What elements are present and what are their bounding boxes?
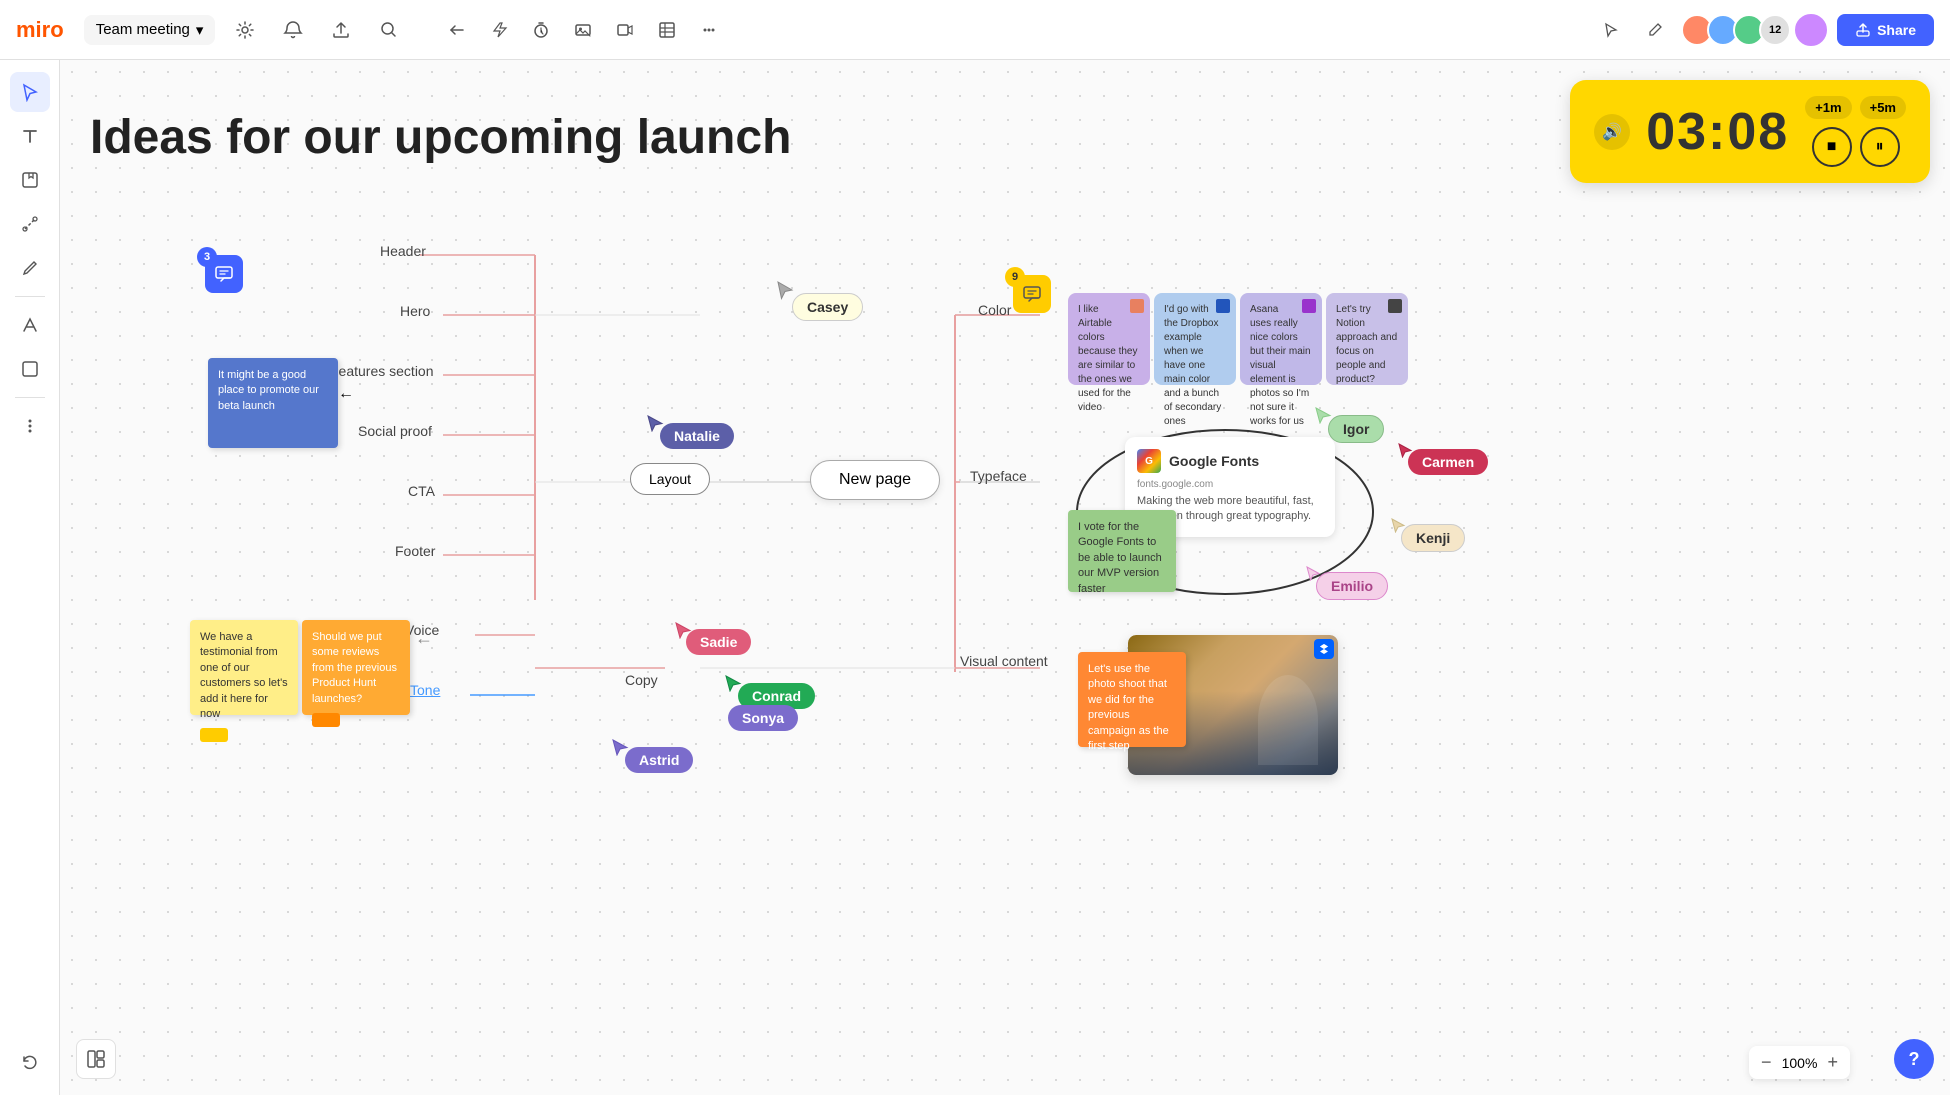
sidebar-pen-tool[interactable] — [10, 248, 50, 288]
board-name-label: Team meeting — [96, 21, 190, 38]
timer-display: 03:08 — [1646, 102, 1789, 162]
timer-stop-button[interactable]: ■ — [1812, 127, 1852, 167]
sticky-note-testimonial[interactable]: We have a testimonial from one of our cu… — [190, 620, 298, 715]
user-tag-sadie: Sadie — [686, 629, 751, 655]
timer-add-1m[interactable]: +1m — [1805, 96, 1851, 119]
upload-button[interactable] — [323, 12, 359, 48]
mm-label-footer: Footer — [395, 543, 435, 559]
mm-label-copy: Copy — [625, 672, 658, 688]
image-tool[interactable] — [565, 12, 601, 48]
more-tools[interactable] — [691, 12, 727, 48]
user-tag-sonya: Sonya — [728, 705, 798, 731]
timer-pause-button[interactable]: ⏸ — [1860, 127, 1900, 167]
board-name-button[interactable]: Team meeting ▾ — [84, 15, 216, 45]
right-toolbar: 12 Share — [1593, 12, 1934, 48]
user-tag-casey: Casey — [792, 293, 863, 321]
toolbar: miro Team meeting ▾ — [0, 0, 1950, 60]
voice-arrow: ← — [415, 628, 433, 649]
search-button[interactable] — [371, 12, 407, 48]
share-label: Share — [1877, 22, 1916, 38]
user-tag-igor: Igor — [1328, 415, 1384, 443]
mm-label-visual: Visual content — [960, 653, 1048, 669]
note-card-notion[interactable]: Let's try Notion approach and focus on p… — [1326, 293, 1408, 385]
timer-minutes: 03 — [1646, 103, 1708, 161]
collaborators-group[interactable]: 12 — [1681, 14, 1791, 46]
user-tag-emilio: Emilio — [1316, 572, 1388, 600]
user-tag-carmen: Carmen — [1408, 449, 1488, 475]
mm-label-features: Features section — [330, 363, 434, 379]
note-card-asana[interactable]: Asana uses really nice colors but their … — [1240, 293, 1322, 385]
canvas[interactable]: Ideas for our upcoming launch 🔊 03:08 +1… — [60, 60, 1950, 1095]
zoom-controls: − 100% + — [1749, 1046, 1850, 1079]
sticky-note-reviews[interactable]: Should we put some reviews from the prev… — [302, 620, 410, 715]
mm-central-node[interactable]: New page — [810, 460, 940, 500]
note-card-airtable[interactable]: I like Airtable colors because they are … — [1068, 293, 1150, 385]
timer-add-5m[interactable]: +5m — [1860, 96, 1906, 119]
mode-select[interactable] — [1593, 12, 1629, 48]
sticky-note-photo[interactable]: Let's use the photo shoot that we did fo… — [1078, 652, 1186, 747]
sidebar-shape-tool[interactable] — [10, 349, 50, 389]
back-tool[interactable] — [439, 12, 475, 48]
mm-label-color: Color — [978, 302, 1011, 318]
timer-controls: +1m +5m ■ ⏸ — [1805, 96, 1906, 167]
avatar-count: 12 — [1759, 14, 1791, 46]
mm-label-hero: Hero — [400, 303, 430, 319]
sticky-note-arrow: ← — [338, 385, 354, 403]
layout-button[interactable] — [76, 1039, 116, 1079]
zoom-level: 100% — [1779, 1055, 1819, 1071]
gf-title: Google Fonts — [1169, 453, 1259, 469]
sidebar-divider-2 — [15, 397, 45, 398]
app-logo: miro — [16, 17, 64, 43]
mode-pen[interactable] — [1637, 12, 1673, 48]
timer-tool[interactable] — [523, 12, 559, 48]
timer-colon: : — [1708, 103, 1727, 161]
sidebar-connector-tool[interactable] — [10, 204, 50, 244]
sidebar-select-tool[interactable] — [10, 72, 50, 112]
sidebar-divider — [15, 296, 45, 297]
notifications-button[interactable] — [275, 12, 311, 48]
comment-icon-2[interactable]: 9 — [1013, 275, 1051, 313]
cursor-sonya: Sonya — [728, 705, 798, 731]
help-button[interactable]: ? — [1894, 1039, 1934, 1079]
mindmap-lines — [60, 60, 1950, 1095]
center-tools — [439, 12, 727, 48]
sidebar-undo[interactable] — [10, 1043, 50, 1083]
chevron-down-icon: ▾ — [196, 21, 204, 39]
board-title: Ideas for our upcoming launch — [90, 110, 791, 165]
mm-label-typeface: Typeface — [970, 468, 1027, 484]
zoom-out-button[interactable]: − — [1761, 1052, 1772, 1073]
settings-button[interactable] — [227, 12, 263, 48]
gf-url: fonts.google.com — [1137, 479, 1323, 490]
sticky-note-google-fonts[interactable]: I vote for the Google Fonts to be able t… — [1068, 510, 1176, 592]
comment-icon-1[interactable]: 3 — [205, 255, 243, 293]
sidebar-more-tools[interactable] — [10, 406, 50, 446]
sticky-note-beta[interactable]: It might be a good place to promote our … — [208, 358, 338, 448]
current-user-avatar[interactable] — [1793, 12, 1829, 48]
sidebar-text-tool[interactable] — [10, 116, 50, 156]
mm-label-social: Social proof — [358, 423, 432, 439]
user-tag-kenji: Kenji — [1401, 524, 1465, 552]
video-tool[interactable] — [607, 12, 643, 48]
sidebar-sticky-tool[interactable] — [10, 160, 50, 200]
mm-label-tone[interactable]: Tone — [410, 682, 440, 698]
mm-node-layout[interactable]: Layout — [630, 463, 710, 495]
zoom-in-button[interactable]: + — [1827, 1052, 1838, 1073]
user-tag-astrid: Astrid — [625, 747, 693, 773]
note-card-dropbox[interactable]: I'd go with the Dropbox example when we … — [1154, 293, 1236, 385]
sidebar-font-tool[interactable] — [10, 305, 50, 345]
lightning-tool[interactable] — [481, 12, 517, 48]
share-button[interactable]: Share — [1837, 14, 1934, 46]
left-sidebar — [0, 60, 60, 1095]
timer-seconds: 08 — [1727, 103, 1789, 161]
table-tool[interactable] — [649, 12, 685, 48]
timer-sound-button[interactable]: 🔊 — [1594, 114, 1630, 150]
user-tag-natalie: Natalie — [660, 423, 734, 449]
mm-label-cta: CTA — [408, 483, 435, 499]
mm-label-header: Header — [380, 243, 426, 259]
timer-widget: 🔊 03:08 +1m +5m ■ ⏸ — [1570, 80, 1930, 183]
